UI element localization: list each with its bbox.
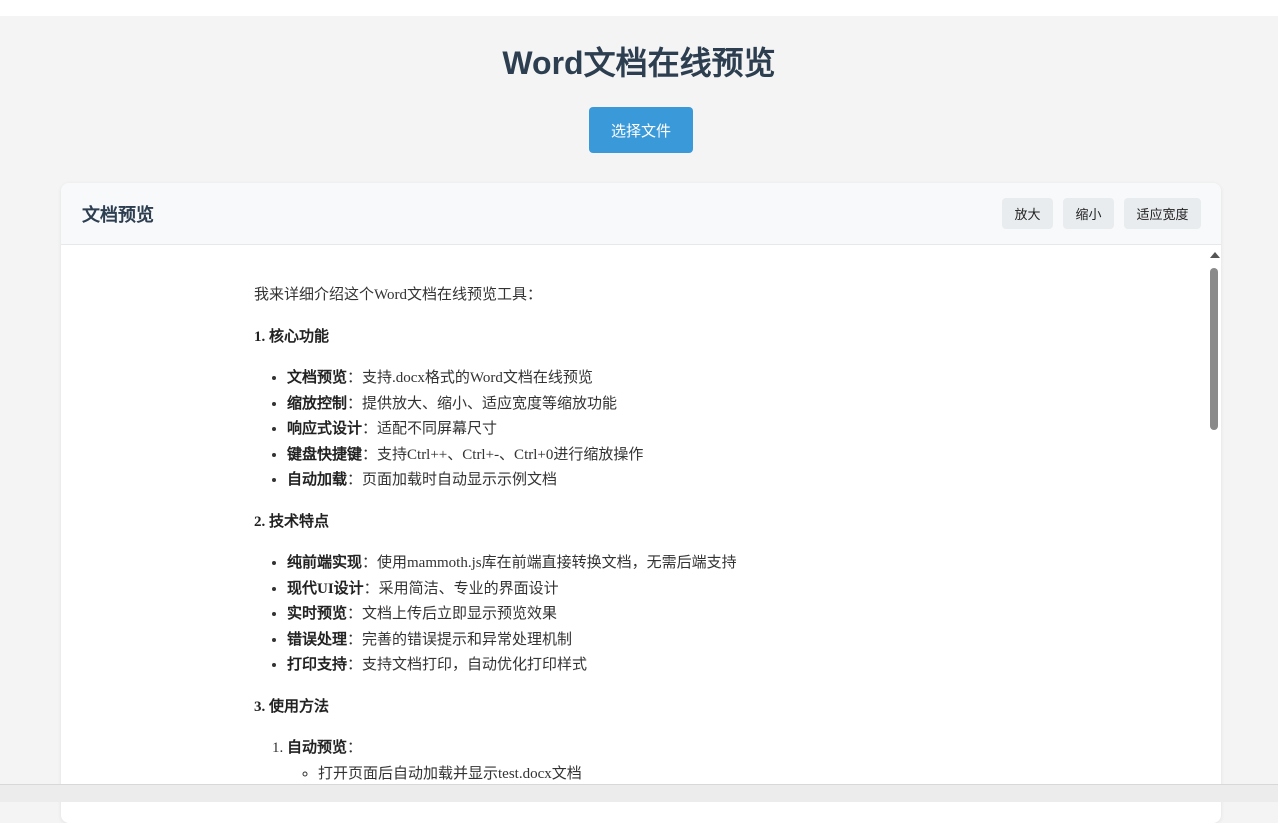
list-item: 自动加载：页面加载时自动显示示例文档	[287, 468, 1034, 494]
list-item-term: 错误处理	[287, 631, 348, 648]
list-item-desc: ：支持.docx格式的Word文档在线预览	[347, 370, 593, 386]
preview-card: 文档预览 放大 缩小 适应宽度 我来详细介绍这个Word文档在线预览工具： 1.…	[61, 183, 1221, 823]
zoom-in-button[interactable]: 放大	[1002, 198, 1053, 229]
list-item-term: 打印支持	[287, 657, 348, 673]
list-item: 键盘快捷键：支持Ctrl++、Ctrl+-、Ctrl+0进行缩放操作	[287, 443, 1034, 469]
list-item-desc: ：支持Ctrl++、Ctrl+-、Ctrl+0进行缩放操作	[362, 446, 644, 463]
document-viewport[interactable]: 我来详细介绍这个Word文档在线预览工具： 1. 核心功能 文档预览：支持.do…	[61, 245, 1221, 823]
scroll-up-arrow-icon[interactable]	[1210, 252, 1220, 258]
list-item: 现代UI设计：采用简洁、专业的界面设计	[287, 577, 1034, 603]
page-title: Word文档在线预览	[502, 45, 776, 81]
list-item-desc: ：采用简洁、专业的界面设计	[363, 580, 559, 597]
list-item-desc: ：完善的错误提示和异常处理机制	[347, 631, 573, 648]
list-item-term: 现代UI设计	[287, 580, 364, 597]
list-item: 打印支持：支持文档打印，自动优化打印样式	[287, 653, 1034, 679]
section-heading: 2. 技术特点	[254, 513, 330, 530]
scrollbar-thumb[interactable]	[1210, 268, 1218, 430]
list-item-desc: ：支持文档打印，自动优化打印样式	[347, 657, 588, 673]
section-heading: 3. 使用方法	[254, 698, 330, 715]
preview-title: 文档预览	[82, 205, 154, 225]
tech-list: 纯前端实现：使用mammoth.js库在前端直接转换文档，无需后端支持 现代UI…	[254, 551, 1034, 679]
list-item-desc: ：	[347, 740, 363, 756]
list-item: 错误处理：完善的错误提示和异常处理机制	[287, 628, 1034, 654]
list-item-term: 响应式设计	[287, 421, 363, 437]
document-content: 我来详细介绍这个Word文档在线预览工具： 1. 核心功能 文档预览：支持.do…	[254, 283, 1034, 803]
list-item-term: 键盘快捷键	[287, 446, 363, 463]
list-item-desc: ：提供放大、缩小、适应宽度等缩放功能	[347, 395, 618, 412]
list-item: 实时预览：文档上传后立即显示预览效果	[287, 602, 1034, 628]
list-item-desc: ：使用mammoth.js库在前端直接转换文档，无需后端支持	[362, 555, 737, 571]
list-item-term: 纯前端实现	[287, 555, 363, 571]
list-item-term: 缩放控制	[287, 395, 348, 412]
usage-list: 自动预览： 打开页面后自动加载并显示test.docx文档	[254, 736, 1034, 787]
taskbar-edge	[0, 784, 1278, 802]
document-intro: 我来详细介绍这个Word文档在线预览工具：	[254, 287, 542, 303]
list-item-term: 文档预览	[287, 370, 348, 386]
list-item: 缩放控制：提供放大、缩小、适应宽度等缩放功能	[287, 392, 1034, 418]
list-item: 自动预览： 打开页面后自动加载并显示test.docx文档	[287, 736, 1034, 787]
feature-list: 文档预览：支持.docx格式的Word文档在线预览 缩放控制：提供放大、缩小、适…	[254, 366, 1034, 494]
preview-header: 文档预览 放大 缩小 适应宽度	[61, 183, 1221, 245]
list-item-term: 自动预览	[287, 740, 348, 756]
list-item: 文档预览：支持.docx格式的Word文档在线预览	[287, 366, 1034, 392]
list-item-desc: ：文档上传后立即显示预览效果	[347, 606, 558, 622]
list-item-desc: ：页面加载时自动显示示例文档	[347, 472, 558, 488]
list-item: 纯前端实现：使用mammoth.js库在前端直接转换文档，无需后端支持	[287, 551, 1034, 577]
zoom-out-button[interactable]: 缩小	[1063, 198, 1114, 229]
list-item-term: 实时预览	[287, 606, 348, 622]
fit-width-button[interactable]: 适应宽度	[1124, 198, 1201, 229]
select-file-button[interactable]: 选择文件	[589, 107, 693, 153]
section-heading: 1. 核心功能	[254, 328, 330, 345]
browser-top-strip	[0, 0, 1278, 16]
list-item-term: 自动加载	[287, 472, 348, 488]
vertical-scrollbar[interactable]	[1206, 245, 1221, 823]
list-item: 响应式设计：适配不同屏幕尺寸	[287, 417, 1034, 443]
list-item-desc: ：适配不同屏幕尺寸	[362, 421, 498, 437]
